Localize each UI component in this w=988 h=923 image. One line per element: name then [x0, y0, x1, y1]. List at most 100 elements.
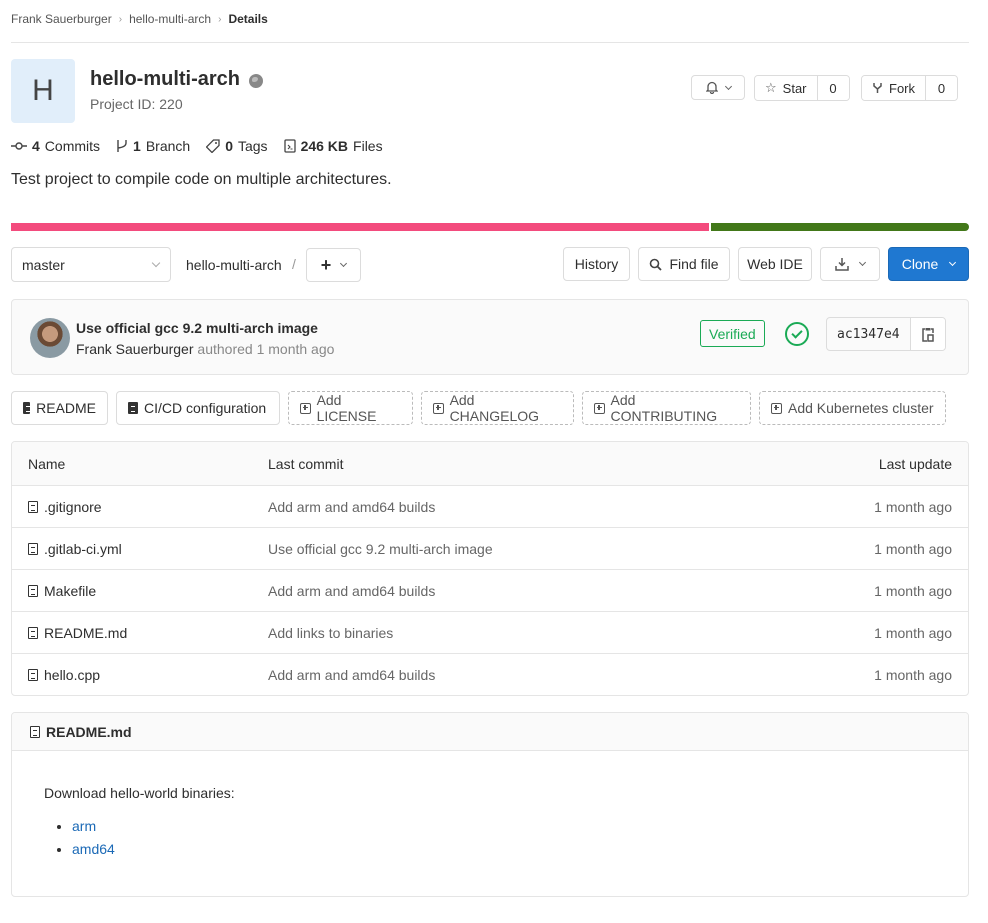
plus-square-icon	[771, 402, 782, 414]
path-root-link[interactable]: hello-multi-arch	[186, 257, 282, 273]
path-separator: /	[292, 256, 296, 272]
add-changelog-button[interactable]: Add CHANGELOG	[421, 391, 574, 425]
file-icon	[283, 139, 296, 153]
file-last-commit-link[interactable]: Add arm and amd64 builds	[268, 499, 768, 515]
notification-dropdown[interactable]	[691, 75, 745, 100]
commit-title-link[interactable]: Use official gcc 9.2 multi-arch image	[76, 320, 318, 336]
find-file-label: Find file	[669, 256, 719, 272]
readme-link-list: arm amd64	[44, 815, 968, 861]
table-row[interactable]: README.md Add links to binaries 1 month …	[12, 611, 968, 653]
author-avatar[interactable]	[30, 318, 70, 358]
repository-languages-bar[interactable]	[11, 223, 969, 231]
bell-icon	[705, 81, 718, 94]
qa-label: README	[36, 400, 96, 416]
plus-square-icon	[433, 402, 444, 414]
clone-label: Clone	[901, 256, 939, 272]
project-stats: 4 Commits 1 Branch 0 Tags 246 KB Files	[11, 138, 383, 154]
file-last-update: 1 month ago	[874, 498, 952, 515]
readme-intro: Download hello-world binaries:	[44, 785, 235, 801]
chevron-down-icon	[858, 258, 867, 267]
stat-label: Branch	[145, 138, 191, 154]
readme-link-amd64[interactable]: amd64	[72, 841, 115, 857]
verified-badge[interactable]: Verified	[700, 320, 765, 347]
add-license-button[interactable]: Add LICENSE	[288, 391, 413, 425]
column-header-last-update: Last update	[878, 455, 952, 472]
file-name-link[interactable]: .gitlab-ci.yml	[44, 541, 122, 557]
find-file-button[interactable]: Find file	[638, 247, 730, 281]
project-description: Test project to compile code on multiple…	[11, 171, 392, 188]
file-last-update: 1 month ago	[874, 666, 952, 683]
commit-meta: Frank Sauerburger authored 1 month ago	[76, 341, 334, 357]
table-row[interactable]: hello.cpp Add arm and amd64 builds 1 mon…	[12, 653, 968, 695]
stat-value: 4	[32, 138, 40, 154]
file-last-update: 1 month ago	[874, 582, 952, 599]
stat-files[interactable]: 246 KB Files	[283, 138, 383, 154]
copy-sha-button[interactable]	[909, 318, 945, 350]
readme-button[interactable]: README	[11, 391, 108, 425]
qa-label: CI/CD configuration	[144, 400, 267, 416]
chevron-right-icon: ›	[118, 13, 123, 25]
file-last-commit-link[interactable]: Add arm and amd64 builds	[268, 583, 768, 599]
readme-link-arm[interactable]: arm	[72, 818, 96, 834]
download-dropdown[interactable]	[820, 247, 880, 281]
star-count[interactable]: 0	[816, 76, 849, 100]
table-header: Name Last commit Last update	[12, 442, 968, 485]
stat-branches[interactable]: 1 Branch	[116, 138, 190, 154]
download-icon	[835, 258, 849, 271]
document-icon	[23, 402, 31, 414]
language-segment[interactable]	[11, 223, 709, 231]
qa-label: Add CONTRIBUTING	[610, 392, 718, 424]
table-row[interactable]: .gitignore Add arm and amd64 builds 1 mo…	[12, 485, 968, 527]
breadcrumb-item-project[interactable]: hello-multi-arch	[129, 12, 211, 26]
web-ide-button[interactable]: Web IDE	[738, 247, 812, 281]
qa-label: Add Kubernetes cluster	[788, 400, 934, 416]
fork-count[interactable]: 0	[925, 76, 957, 100]
file-name-link[interactable]: hello.cpp	[44, 667, 100, 683]
commit-sha-group: ac1347e4	[826, 317, 946, 351]
language-segment[interactable]	[710, 223, 969, 231]
file-last-commit-link[interactable]: Use official gcc 9.2 multi-arch image	[268, 541, 768, 557]
commit-author-link[interactable]: Frank Sauerburger	[76, 341, 194, 357]
add-to-tree-dropdown[interactable]: +	[306, 248, 361, 282]
star-button[interactable]: ☆ Star	[755, 76, 817, 100]
stat-commits[interactable]: 4 Commits	[11, 138, 100, 154]
file-last-commit-link[interactable]: Add links to binaries	[268, 625, 768, 641]
table-row[interactable]: Makefile Add arm and amd64 builds 1 mont…	[12, 569, 968, 611]
star-icon: ☆	[765, 80, 777, 95]
readme-filename-link[interactable]: README.md	[46, 724, 132, 740]
qa-label: Add CHANGELOG	[449, 392, 540, 424]
chevron-down-icon	[340, 259, 348, 268]
readme-content: Download hello-world binaries: arm amd64	[12, 751, 968, 861]
branch-select[interactable]: master	[11, 247, 171, 282]
file-tree-table: Name Last commit Last update .gitignore …	[11, 441, 969, 696]
stat-tags[interactable]: 0 Tags	[206, 138, 268, 154]
file-icon	[30, 725, 40, 738]
cicd-configuration-button[interactable]: CI/CD configuration	[116, 391, 280, 425]
fork-button-group: Fork 0	[861, 75, 958, 101]
commit-authored-time: authored 1 month ago	[197, 341, 335, 357]
breadcrumb-item-current[interactable]: Details	[228, 12, 267, 26]
stat-value: 246 KB	[300, 138, 349, 154]
list-item: amd64	[72, 838, 968, 861]
breadcrumb-item-user[interactable]: Frank Sauerburger	[11, 12, 112, 26]
stat-label: Tags	[237, 138, 268, 154]
history-button[interactable]: History	[563, 247, 630, 281]
column-header-last-commit: Last commit	[268, 455, 344, 472]
project-title: hello-multi-arch	[90, 68, 264, 91]
file-icon	[28, 500, 38, 513]
table-row[interactable]: .gitlab-ci.yml Use official gcc 9.2 mult…	[12, 527, 968, 569]
document-icon	[128, 402, 138, 414]
column-header-name: Name	[28, 455, 66, 472]
file-last-commit-link[interactable]: Add arm and amd64 builds	[268, 667, 768, 683]
file-name-link[interactable]: .gitignore	[44, 499, 102, 515]
pipeline-passed-icon[interactable]	[785, 322, 809, 346]
add-contributing-button[interactable]: Add CONTRIBUTING	[582, 391, 751, 425]
commit-sha[interactable]: ac1347e4	[827, 318, 910, 350]
file-last-update: 1 month ago	[874, 624, 952, 641]
fork-button[interactable]: Fork	[862, 76, 925, 100]
file-name-link[interactable]: README.md	[44, 625, 127, 641]
clone-dropdown[interactable]: Clone	[888, 247, 969, 281]
add-kubernetes-cluster-button[interactable]: Add Kubernetes cluster	[759, 391, 946, 425]
file-name-link[interactable]: Makefile	[44, 583, 96, 599]
star-label: Star	[782, 80, 807, 96]
